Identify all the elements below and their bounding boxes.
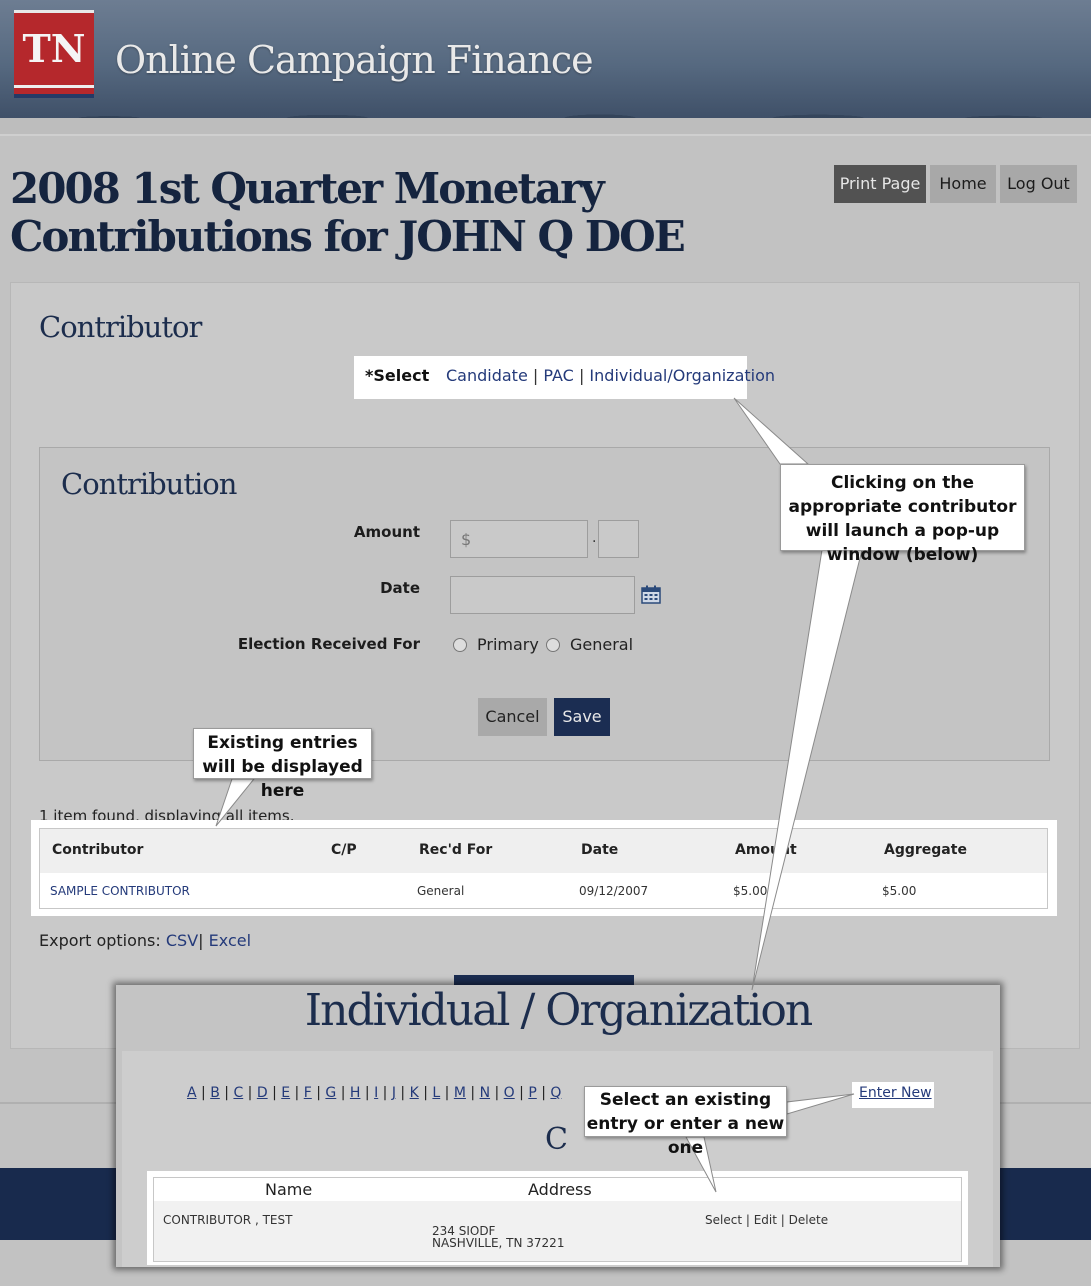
- export-csv-link[interactable]: CSV: [166, 931, 198, 950]
- select-link[interactable]: Select: [705, 1213, 742, 1227]
- row-amount: $5.00: [733, 884, 768, 898]
- log-out-button[interactable]: Log Out: [1000, 165, 1077, 203]
- separator: |: [243, 1085, 257, 1101]
- letter-link-e[interactable]: E: [281, 1085, 290, 1101]
- letter-link-a[interactable]: A: [187, 1085, 197, 1101]
- column-header-recd-for[interactable]: Rec'd For: [419, 842, 492, 858]
- letter-link-g[interactable]: G: [325, 1085, 336, 1101]
- primary-radio-label: Primary: [477, 635, 539, 654]
- column-header-aggregate[interactable]: Aggregate: [884, 842, 967, 858]
- date-label: Date: [380, 579, 420, 597]
- print-page-button[interactable]: Print Page: [834, 165, 926, 203]
- amount-separator: .: [592, 530, 597, 546]
- amount-cents-input[interactable]: [598, 520, 639, 558]
- edit-link[interactable]: Edit: [754, 1213, 777, 1227]
- letter-link-b[interactable]: B: [210, 1085, 220, 1101]
- amount-label: Amount: [353, 523, 420, 541]
- popup-row-actions: Select | Edit | Delete: [705, 1213, 828, 1227]
- letter-link-f[interactable]: F: [304, 1085, 312, 1101]
- separator: |: [440, 1085, 454, 1101]
- column-header-name: Name: [265, 1180, 313, 1199]
- delete-link[interactable]: Delete: [789, 1213, 828, 1227]
- existing-entries-callout: Existing entries will be displayed here: [193, 728, 372, 801]
- calendar-icon[interactable]: [641, 585, 661, 604]
- contributor-callout: Clicking on the appropriate contributor …: [780, 464, 1025, 565]
- select-label: *Select: [365, 366, 430, 385]
- date-input[interactable]: [450, 576, 635, 614]
- home-button[interactable]: Home: [930, 165, 996, 203]
- popup-row-address: 234 SIODF NASHVILLE, TN 37221: [432, 1225, 564, 1249]
- tn-logo[interactable]: TN: [14, 10, 94, 98]
- separator: |: [745, 1213, 754, 1227]
- letter-link-h[interactable]: H: [350, 1085, 361, 1101]
- cancel-button[interactable]: Cancel: [478, 698, 547, 736]
- separator: |: [219, 1085, 234, 1101]
- letter-link-o[interactable]: O: [504, 1085, 515, 1101]
- letter-link-p[interactable]: P: [528, 1085, 536, 1101]
- alphabet-nav: A | B | C | D | E | F | G | H | I | J | …: [187, 1085, 561, 1101]
- separator: |: [490, 1085, 504, 1101]
- address-line-2: NASHVILLE, TN 37221: [432, 1236, 565, 1250]
- letter-link-q[interactable]: Q: [550, 1085, 561, 1101]
- separator: |: [418, 1085, 433, 1101]
- general-radio-label: General: [570, 635, 634, 654]
- pac-link[interactable]: PAC: [543, 366, 573, 385]
- general-radio[interactable]: [546, 638, 560, 652]
- export-label: Export options:: [39, 931, 161, 950]
- separator: |: [378, 1085, 392, 1101]
- logo-text: TN: [22, 26, 86, 71]
- letter-link-n[interactable]: N: [480, 1085, 490, 1101]
- column-header-date[interactable]: Date: [581, 842, 618, 858]
- row-contributor-link[interactable]: SAMPLE CONTRIBUTOR: [50, 884, 190, 898]
- contributor-heading: Contributor: [39, 310, 202, 344]
- separator: |: [395, 1085, 410, 1101]
- select-entry-callout: Select an existing entry or enter a new …: [584, 1086, 787, 1158]
- popup-title: Individual / Organization: [304, 985, 813, 1036]
- export-excel-link[interactable]: Excel: [209, 931, 251, 950]
- header-divider: [0, 118, 1091, 136]
- separator: |: [290, 1085, 304, 1101]
- letter-link-m[interactable]: M: [454, 1085, 466, 1101]
- letter-link-d[interactable]: D: [257, 1085, 268, 1101]
- individual-organization-link[interactable]: Individual/Organization: [589, 366, 775, 385]
- amount-dollars-input[interactable]: $: [450, 520, 588, 558]
- current-letter-heading: C: [545, 1122, 568, 1157]
- separator: |: [532, 366, 544, 385]
- separator: |: [780, 1213, 789, 1227]
- contribution-heading: Contribution: [61, 467, 237, 501]
- primary-radio[interactable]: [453, 638, 467, 652]
- separator: |: [196, 1085, 211, 1101]
- election-received-for-label: Election Received For: [237, 635, 420, 653]
- separator: |: [360, 1085, 375, 1101]
- letter-link-c[interactable]: C: [233, 1085, 243, 1101]
- contributor-type-links: Candidate | PAC | Individual/Organizatio…: [446, 366, 775, 385]
- candidate-link[interactable]: Candidate: [446, 366, 528, 385]
- export-options: Export options: CSV| Excel: [39, 931, 251, 950]
- logo-rule: [14, 85, 94, 88]
- letter-link-k[interactable]: K: [410, 1085, 419, 1101]
- export-separator: |: [198, 931, 204, 950]
- separator: |: [336, 1085, 350, 1101]
- row-recd-for: General: [417, 884, 465, 898]
- enter-new-link[interactable]: Enter New: [859, 1085, 932, 1101]
- separator: |: [578, 366, 590, 385]
- column-header-cp[interactable]: C/P: [331, 842, 357, 858]
- separator: |: [536, 1085, 551, 1101]
- row-aggregate: $5.00: [882, 884, 917, 898]
- save-button[interactable]: Save: [554, 698, 610, 736]
- separator: |: [267, 1085, 282, 1101]
- site-title: Online Campaign Finance: [115, 38, 594, 82]
- dollar-placeholder: $: [461, 530, 472, 549]
- row-date: 09/12/2007: [579, 884, 649, 898]
- column-header-contributor[interactable]: Contributor: [52, 842, 143, 858]
- column-header-amount[interactable]: Amount: [735, 842, 797, 858]
- separator: |: [311, 1085, 326, 1101]
- column-header-address: Address: [528, 1180, 592, 1199]
- separator: |: [465, 1085, 480, 1101]
- page-title: 2008 1st Quarter Monetary Contributions …: [10, 164, 686, 261]
- separator: |: [514, 1085, 529, 1101]
- popup-row-name: CONTRIBUTOR , TEST: [163, 1213, 293, 1227]
